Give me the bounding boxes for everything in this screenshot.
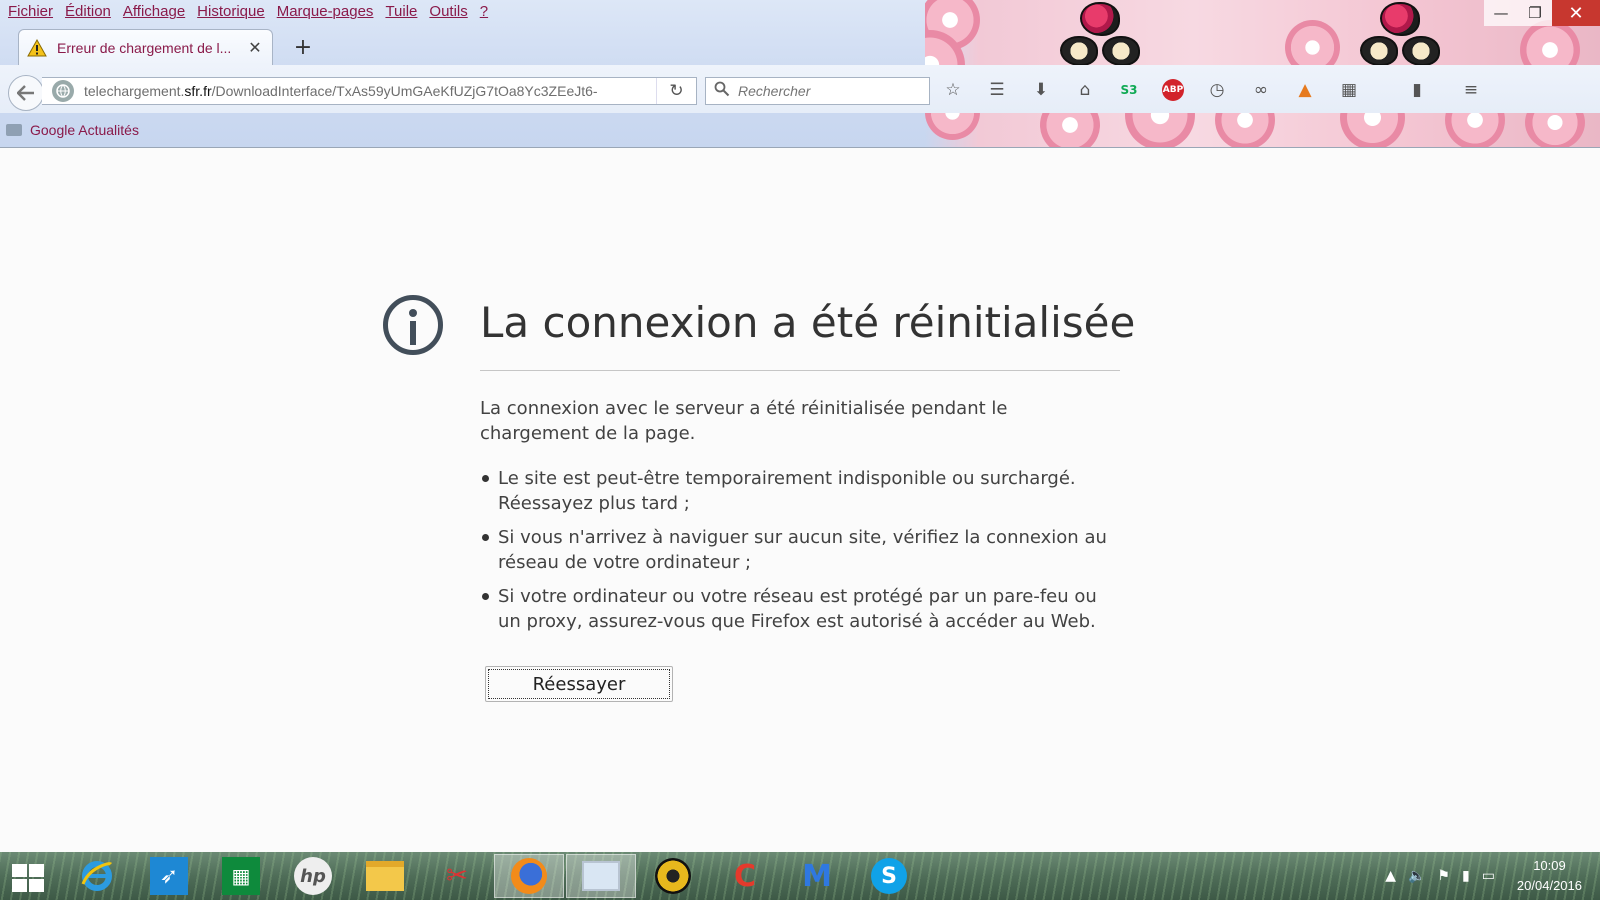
search-bar[interactable] — [705, 77, 930, 105]
url-text: telechargement.sfr.fr/DownloadInterface/… — [84, 83, 598, 99]
system-tray: ▲ 🔈 ⚑ ▮ ▭ 10:09 20/04/2016 — [1385, 852, 1594, 900]
windows-start-icon[interactable] — [12, 864, 44, 892]
butterfly-decoration-2 — [1360, 2, 1444, 72]
store-icon[interactable]: ▦ — [206, 854, 276, 898]
reading-list-icon[interactable]: ☰ — [984, 77, 1010, 103]
bookmarks-bar: Google Actualités — [0, 113, 139, 147]
fox-addon-icon[interactable]: ▲ — [1292, 77, 1318, 103]
battery-icon[interactable]: ▮ — [1462, 868, 1470, 884]
bookmark-star-icon[interactable]: ☆ — [940, 77, 966, 103]
malwarebytes-icon[interactable]: M — [782, 854, 852, 898]
retry-button-label: Réessayer — [488, 669, 670, 699]
hamburger-menu-icon[interactable]: ≡ — [1458, 77, 1484, 103]
history-icon[interactable]: ◷ — [1204, 77, 1230, 103]
new-tab-button[interactable]: + — [290, 34, 316, 60]
menu-affichage[interactable]: Affichage — [117, 0, 191, 24]
home-icon[interactable]: ⌂ — [1072, 77, 1098, 103]
volume-icon[interactable]: 🔈 — [1408, 868, 1425, 884]
taskbar: ➶ ▦ hp ✂ C M S ▲ 🔈 ⚑ ▮ ▭ 10:09 20/04/201… — [0, 852, 1600, 900]
tab-active[interactable]: Erreur de chargement de l... ✕ — [18, 29, 273, 65]
search-input[interactable] — [738, 83, 918, 99]
error-title: La connexion a été réinitialisée — [480, 298, 1136, 347]
menu-historique[interactable]: Historique — [191, 0, 271, 24]
bookmark-google-actualites[interactable]: Google Actualités — [30, 122, 139, 138]
menu-bar: Fichier Édition Affichage Historique Mar… — [0, 0, 494, 24]
skype-icon[interactable]: S — [854, 854, 924, 898]
show-hidden-icons-icon[interactable]: ▲ — [1385, 868, 1396, 884]
grid-icon[interactable]: ▦ — [1336, 77, 1362, 103]
list-item: Le site est peut-être temporairement ind… — [480, 466, 1120, 516]
window-controls: — ❐ ✕ — [1484, 0, 1600, 26]
toolbar-icons: ☆ ☰ ⬇ ⌂ S3 ABP ◷ ∞ ▲ ▦ ▮ ≡ — [940, 77, 1502, 103]
list-item: Si votre ordinateur ou votre réseau est … — [480, 584, 1120, 634]
menu-tuile[interactable]: Tuile — [379, 0, 423, 24]
error-description: La connexion avec le serveur a été réini… — [480, 398, 1008, 444]
internet-explorer-icon[interactable] — [62, 854, 132, 898]
menu-fichier[interactable]: Fichier — [2, 0, 59, 24]
news-icon — [6, 124, 22, 136]
list-item: Si vous n'arrivez à naviguer sur aucun s… — [480, 525, 1120, 575]
tab-close-icon[interactable]: ✕ — [246, 38, 264, 57]
site-identity-icon[interactable] — [52, 80, 74, 102]
photo-viewer-icon[interactable] — [566, 854, 636, 898]
menu-outils[interactable]: Outils — [423, 0, 473, 24]
browser-chrome: Fichier Édition Affichage Historique Mar… — [0, 0, 1600, 148]
title-divider — [480, 370, 1120, 371]
menu-marque-pages[interactable]: Marque-pages — [271, 0, 380, 24]
action-center-flag-icon[interactable]: ⚑ — [1437, 868, 1450, 884]
ccleaner-icon[interactable]: C — [710, 854, 780, 898]
rocket-app-icon[interactable]: ➶ — [134, 854, 204, 898]
music-player-icon[interactable] — [638, 854, 708, 898]
butterfly-decoration-1 — [1060, 2, 1144, 72]
download-icon[interactable]: ⬇ — [1028, 77, 1054, 103]
search-icon — [714, 81, 730, 101]
snipping-tool-icon[interactable]: ✂ — [422, 854, 492, 898]
menu-aide[interactable]: ? — [474, 0, 494, 24]
s3-addon-icon[interactable]: S3 — [1116, 77, 1142, 103]
file-explorer-icon[interactable] — [350, 854, 420, 898]
firefox-icon[interactable] — [494, 854, 564, 898]
hp-icon[interactable]: hp — [278, 854, 348, 898]
back-arrow-icon — [17, 85, 34, 101]
url-bar[interactable]: telechargement.sfr.fr/DownloadInterface/… — [42, 77, 697, 105]
warning-icon — [27, 38, 47, 57]
menu-edition[interactable]: Édition — [59, 0, 117, 24]
reload-icon[interactable]: ↻ — [656, 78, 696, 104]
maximize-button[interactable]: ❐ — [1518, 0, 1552, 26]
tab-title: Erreur de chargement de l... — [57, 39, 232, 56]
info-icon — [383, 295, 443, 355]
close-window-button[interactable]: ✕ — [1552, 0, 1600, 26]
network-icon[interactable]: ▭ — [1482, 868, 1495, 884]
minimize-button[interactable]: — — [1484, 0, 1518, 26]
adblock-plus-icon[interactable]: ABP — [1160, 77, 1186, 103]
clipboard-icon[interactable]: ▮ — [1404, 77, 1430, 103]
back-button[interactable] — [8, 75, 44, 111]
clock[interactable]: 10:09 20/04/2016 — [1517, 856, 1582, 896]
clock-time: 10:09 — [1533, 858, 1566, 873]
mask-icon[interactable]: ∞ — [1248, 77, 1274, 103]
error-suggestions: Le site est peut-être temporairement ind… — [480, 466, 1120, 643]
retry-button[interactable]: Réessayer — [485, 666, 673, 702]
clock-date: 20/04/2016 — [1516, 878, 1582, 893]
